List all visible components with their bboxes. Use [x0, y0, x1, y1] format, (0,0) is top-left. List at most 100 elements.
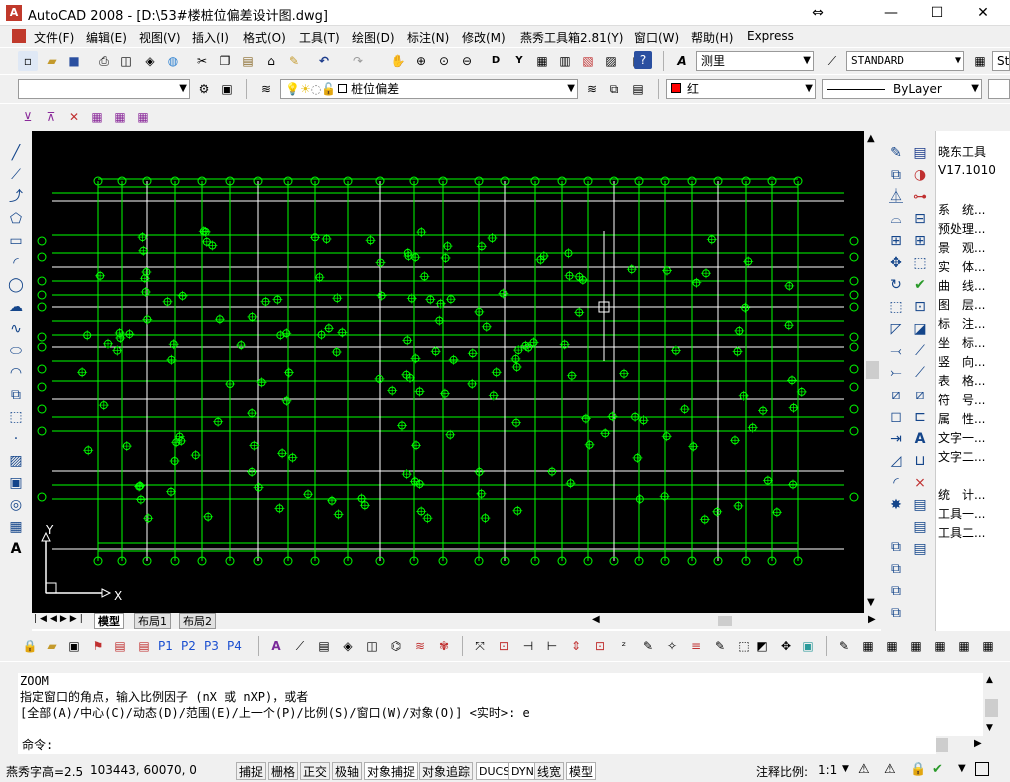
stretch-icon[interactable]: ◸: [886, 319, 906, 339]
circle-icon[interactable]: ◯: [6, 275, 26, 295]
snap-toggle[interactable]: 捕捉: [236, 762, 267, 780]
ext-tool-11-icon[interactable]: ⟋: [910, 363, 930, 383]
dim-style-select[interactable]: STANDARD ▼: [846, 51, 964, 71]
ext-tool-6-icon[interactable]: ⬚: [910, 253, 930, 273]
hatch-icon[interactable]: ▨: [6, 451, 26, 471]
panel-item-dimension[interactable]: 标 注...: [938, 315, 985, 332]
plot2-icon[interactable]: ▤: [134, 636, 154, 656]
tab-nav-arrows[interactable]: |◀◀▶▶|: [34, 614, 86, 624]
join-icon[interactable]: ⇥: [886, 429, 906, 449]
ext-tool-18-icon[interactable]: ▤: [910, 539, 930, 559]
panel-item-symbol[interactable]: 符 号...: [938, 391, 985, 408]
cmd-hscrollbar[interactable]: ▶: [936, 736, 1000, 754]
match-properties-icon[interactable]: ⌂: [261, 51, 281, 71]
panel-item-vertical[interactable]: 竖 向...: [938, 353, 985, 370]
bt-tool-13-icon[interactable]: ⊡: [590, 636, 610, 656]
menu-express[interactable]: Express: [747, 29, 794, 43]
bt-tool-24-icon[interactable]: ▦: [882, 636, 902, 656]
lineweight-select[interactable]: [988, 79, 1010, 99]
custom-tool-6-icon[interactable]: ▦: [133, 107, 153, 127]
new-icon[interactable]: ▫: [18, 51, 38, 71]
panel-item-text2[interactable]: 文字二...: [938, 448, 985, 465]
panel-item-solid[interactable]: 实 体...: [938, 258, 985, 275]
hscroll-left-icon[interactable]: ◀: [592, 614, 600, 625]
ext-tool-16-icon[interactable]: ▤: [910, 495, 930, 515]
workspace-select[interactable]: ▼: [18, 79, 190, 99]
bt-move-icon[interactable]: ✥: [776, 636, 796, 656]
cmd-scroll-down-icon[interactable]: ▼: [986, 723, 993, 733]
draworder-above-icon[interactable]: ⧉: [886, 581, 906, 601]
color-select[interactable]: 红 ▼: [666, 79, 816, 99]
minimize-button[interactable]: —: [868, 0, 914, 26]
draworder-under-icon[interactable]: ⧉: [886, 603, 906, 623]
model-toggle[interactable]: 模型: [566, 762, 597, 780]
design-center-icon[interactable]: ▥: [555, 51, 575, 71]
panel-item-system[interactable]: 系 统...: [938, 201, 985, 218]
panel-item-tools1[interactable]: 工具一...: [938, 505, 985, 522]
ortho-toggle[interactable]: 正交: [300, 762, 331, 780]
custom-tool-3-icon[interactable]: ✕: [64, 107, 84, 127]
p2-button[interactable]: P2: [181, 636, 196, 656]
zoom-realtime-icon[interactable]: ⊕: [411, 51, 431, 71]
polar-toggle[interactable]: 极轴: [332, 762, 363, 780]
command-scrollbar[interactable]: ▲ ▼: [983, 673, 1000, 735]
ext-tool-14-icon[interactable]: ⊔: [910, 451, 930, 471]
bt-tool-28-icon[interactable]: ▦: [978, 636, 998, 656]
tab-model[interactable]: 模型: [94, 613, 124, 629]
ext-text-icon[interactable]: A: [910, 429, 930, 449]
bt-tool-25-icon[interactable]: ▦: [906, 636, 926, 656]
custom-tool-2-icon[interactable]: ⊼: [41, 107, 61, 127]
bt-tool-14-icon[interactable]: ᶻ: [614, 636, 634, 656]
extend-icon[interactable]: ⤚: [886, 363, 906, 383]
cmd-hscroll-thumb[interactable]: [936, 738, 948, 752]
cmd-scroll-up-icon[interactable]: ▲: [986, 675, 993, 685]
bt-tool-4-icon[interactable]: ◫: [362, 636, 382, 656]
mtext-icon[interactable]: A: [6, 539, 26, 559]
flag-icon[interactable]: ⚑: [88, 636, 108, 656]
dim-style-icon[interactable]: ⟋: [822, 51, 842, 71]
copy-object-icon[interactable]: ⧉: [886, 165, 906, 185]
explode-icon[interactable]: ✸: [886, 495, 906, 515]
layer-states-icon[interactable]: ▤: [628, 79, 648, 99]
text-style-icon[interactable]: A: [672, 51, 692, 71]
bt-tool-12-icon[interactable]: ⇕: [566, 636, 586, 656]
text-style-select[interactable]: 测里 ▼: [696, 51, 814, 71]
p4-button[interactable]: P4: [227, 636, 242, 656]
offset-icon[interactable]: ⌓: [886, 209, 906, 229]
scroll-thumb[interactable]: [866, 361, 879, 379]
ext-tool-12-icon[interactable]: ⧄: [910, 385, 930, 405]
ext-tool-4-icon[interactable]: ⊟: [910, 209, 930, 229]
bt-tool-3-icon[interactable]: ◈: [338, 636, 358, 656]
bt-tool-18-icon[interactable]: ✎: [710, 636, 730, 656]
menu-draw[interactable]: 绘图(D): [352, 29, 395, 46]
scale-icon[interactable]: ⬚: [886, 297, 906, 317]
custom-tool-1-icon[interactable]: ⊻: [18, 107, 38, 127]
close-button[interactable]: ✕: [960, 0, 1006, 26]
status-menu-icon[interactable]: ▼: [958, 763, 966, 774]
chamfer-icon[interactable]: ◿: [886, 451, 906, 471]
publish-icon[interactable]: ◈: [140, 51, 160, 71]
ext-tool-5-icon[interactable]: ⊞: [910, 231, 930, 251]
break-icon[interactable]: ◻: [886, 407, 906, 427]
tray-settings-icon[interactable]: ✔: [932, 762, 943, 777]
break-at-point-icon[interactable]: ⧄: [886, 385, 906, 405]
trim-icon[interactable]: ⤙: [886, 341, 906, 361]
layer-previous-icon[interactable]: ⧉: [604, 79, 624, 99]
copy-icon[interactable]: ❐: [215, 51, 235, 71]
bt-tool-11-icon[interactable]: ⊢: [542, 636, 562, 656]
insert-block-icon[interactable]: ⧉: [6, 385, 26, 405]
otrack-toggle[interactable]: 对象追踪: [419, 762, 474, 780]
point-icon[interactable]: ·: [6, 429, 26, 449]
plot-icon[interactable]: ▤: [110, 636, 130, 656]
cmd-scroll-thumb[interactable]: [985, 699, 998, 717]
rectangle-icon[interactable]: ▭: [6, 231, 26, 251]
undo-icon[interactable]: ↶: [314, 51, 334, 71]
bt-tool-2-icon[interactable]: ▤: [314, 636, 334, 656]
bt-tool-9-icon[interactable]: ⊡: [494, 636, 514, 656]
help-icon[interactable]: ?: [634, 51, 652, 69]
ducs-icon[interactable]: D: [486, 51, 506, 71]
bt-tool-27-icon[interactable]: ▦: [954, 636, 974, 656]
panel-item-attribute[interactable]: 属 性...: [938, 410, 985, 427]
ext-tool-10-icon[interactable]: ⟋: [910, 341, 930, 361]
bt-tool-10-icon[interactable]: ⊣: [518, 636, 538, 656]
